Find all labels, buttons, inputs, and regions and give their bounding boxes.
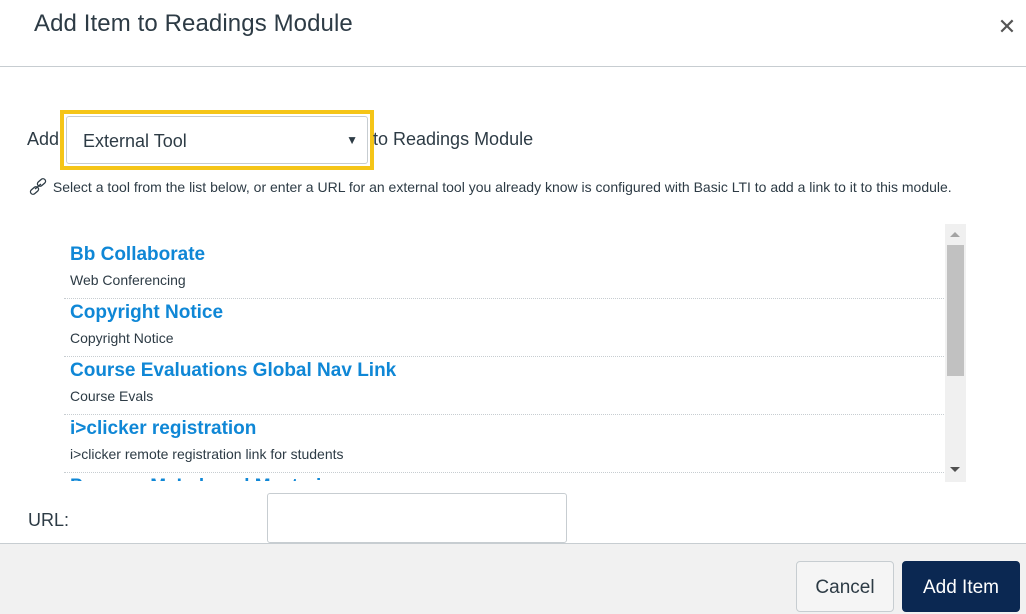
dialog-header: Add Item to Readings Module ✕: [0, 0, 1026, 67]
tool-list-item[interactable]: i>clicker registration i>clicker remote …: [64, 415, 944, 473]
scroll-down-arrow-icon[interactable]: [950, 467, 960, 472]
item-type-select[interactable]: External Tool ▼: [66, 116, 368, 164]
cancel-button[interactable]: Cancel: [796, 561, 894, 612]
add-item-button[interactable]: Add Item: [902, 561, 1020, 612]
help-text-block: Select a tool from the list below, or en…: [27, 174, 967, 200]
scrollbar-thumb[interactable]: [947, 245, 964, 376]
tool-list-item[interactable]: Bb Collaborate Web Conferencing: [64, 241, 944, 299]
close-button[interactable]: ✕: [996, 16, 1018, 38]
link-icon: [29, 178, 47, 195]
add-prefix-label: Add: [27, 129, 60, 149]
url-label: URL:: [28, 510, 70, 530]
tool-name[interactable]: Copyright Notice: [70, 299, 944, 325]
add-item-type-row: Add External Tool ▼ to Readings Module: [27, 110, 727, 170]
tool-list[interactable]: Bb Collaborate Web Conferencing Copyrigh…: [64, 225, 967, 481]
scroll-up-arrow-icon[interactable]: [950, 232, 960, 237]
tool-list-item[interactable]: Pearson MyLab and Mastering: [64, 473, 944, 481]
tool-list-scrollbar[interactable]: [945, 224, 966, 482]
dialog-title: Add Item to Readings Module: [34, 10, 353, 37]
tool-list-item[interactable]: Copyright Notice Copyright Notice: [64, 299, 944, 357]
dialog-footer: Cancel Add Item: [0, 543, 1026, 614]
tool-description: Course Evals: [70, 388, 154, 404]
tool-name[interactable]: i>clicker registration: [70, 415, 944, 441]
add-suffix-label: to Readings Module: [373, 129, 534, 149]
help-text: Select a tool from the list below, or en…: [52, 179, 952, 195]
url-input[interactable]: [267, 493, 567, 543]
tool-name[interactable]: Bb Collaborate: [70, 241, 944, 267]
select-highlight: External Tool ▼: [60, 110, 374, 170]
tool-list-item[interactable]: Course Evaluations Global Nav Link Cours…: [64, 357, 944, 415]
tool-description: i>clicker remote registration link for s…: [70, 446, 344, 462]
close-icon: ✕: [997, 14, 1017, 39]
chevron-down-icon: ▼: [346, 133, 358, 147]
tool-name[interactable]: Course Evaluations Global Nav Link: [70, 357, 944, 383]
tool-name[interactable]: Pearson MyLab and Mastering: [70, 473, 944, 481]
tool-description: Web Conferencing: [70, 272, 186, 288]
tool-description: Copyright Notice: [70, 330, 174, 346]
item-type-select-value: External Tool: [83, 131, 187, 151]
